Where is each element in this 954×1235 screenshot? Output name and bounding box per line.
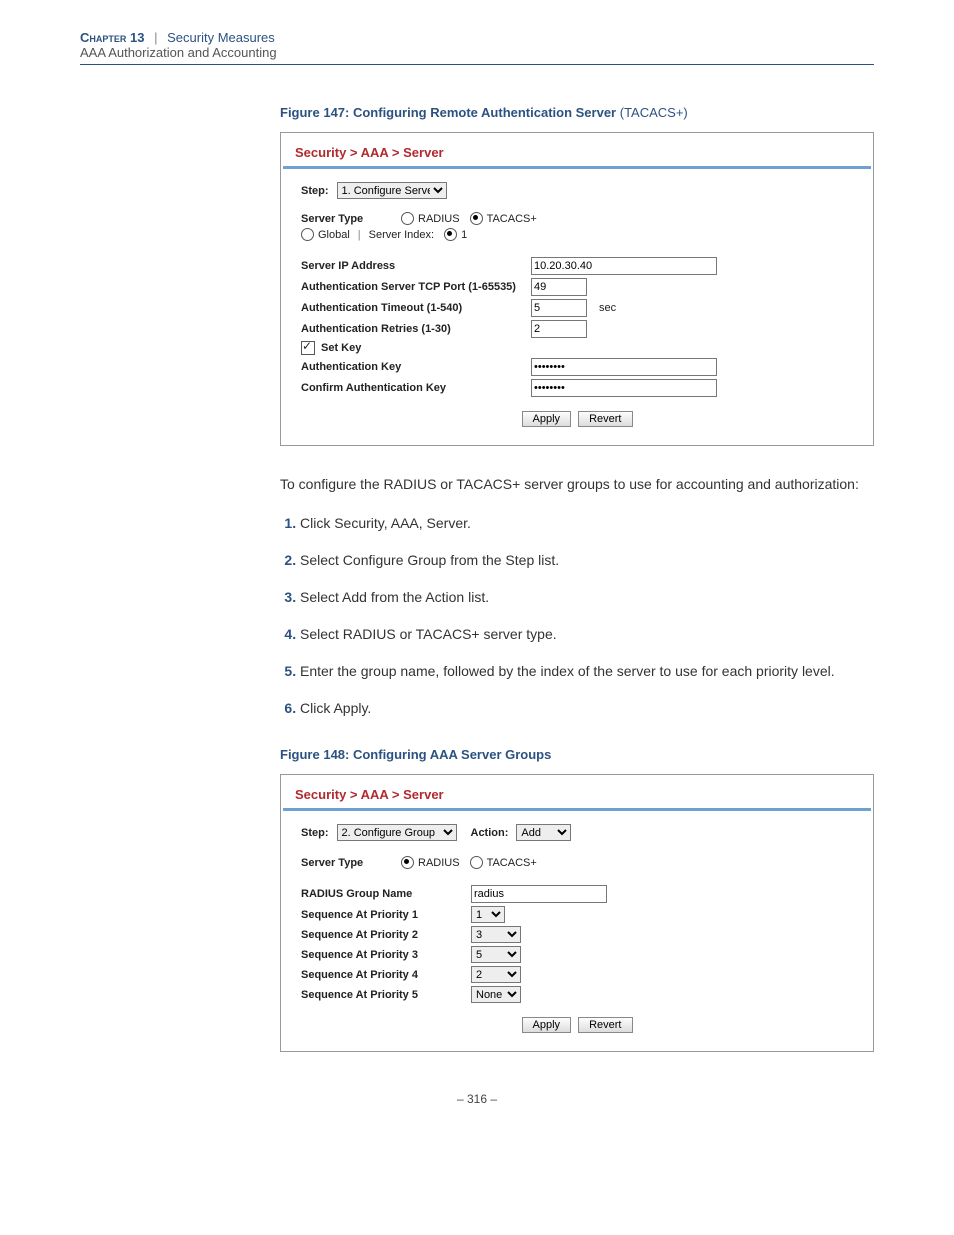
priority-5-select[interactable]: None — [471, 986, 521, 1003]
intro-paragraph: To configure the RADIUS or TACACS+ serve… — [280, 474, 874, 495]
server-type-label: Server Type — [301, 213, 391, 225]
priority-3-select[interactable]: 5 — [471, 946, 521, 963]
global-radio[interactable] — [301, 228, 314, 241]
figure-147-caption: Figure 147: Configuring Remote Authentic… — [280, 105, 874, 120]
priority-4-select[interactable]: 2 — [471, 966, 521, 983]
chapter-number: 13 — [130, 30, 144, 45]
step-1: Click Security, AAA, Server. — [300, 513, 874, 534]
step-select-148[interactable]: 2. Configure Group — [337, 824, 457, 841]
figure-148-caption: Figure 148: Configuring AAA Server Group… — [280, 747, 874, 762]
radius-radio-148[interactable] — [401, 856, 414, 869]
action-select[interactable]: Add — [516, 824, 571, 841]
tcp-port-input[interactable] — [531, 278, 587, 296]
group-name-input[interactable] — [471, 885, 607, 903]
section-title: Security Measures — [167, 30, 275, 45]
confirm-key-label: Confirm Authentication Key — [301, 382, 531, 394]
server-ip-input[interactable] — [531, 257, 717, 275]
priority-2-select[interactable]: 3 — [471, 926, 521, 943]
priority-2-label: Sequence At Priority 2 — [301, 929, 471, 941]
figure-148-screenshot: Security > AAA > Server Step: 2. Configu… — [280, 774, 874, 1052]
priority-4-label: Sequence At Priority 4 — [301, 969, 471, 981]
revert-button[interactable]: Revert — [578, 411, 632, 427]
server-ip-label: Server IP Address — [301, 260, 531, 272]
apply-button-148[interactable]: Apply — [522, 1017, 572, 1033]
step-5: Enter the group name, followed by the in… — [300, 661, 874, 682]
step-3: Select Add from the Action list. — [300, 587, 874, 608]
chapter-label: Chapter — [80, 30, 126, 45]
timeout-input[interactable] — [531, 299, 587, 317]
priority-3-label: Sequence At Priority 3 — [301, 949, 471, 961]
radius-radio-label-148: RADIUS — [418, 857, 460, 869]
breadcrumb-148: Security > AAA > Server — [281, 775, 873, 808]
retries-label: Authentication Retries (1-30) — [301, 323, 531, 335]
step-2: Select Configure Group from the Step lis… — [300, 550, 874, 571]
radius-radio-label: RADIUS — [418, 213, 460, 225]
server-index-1-radio[interactable] — [444, 228, 457, 241]
figure-147-caption-text: Figure 147: Configuring Remote Authentic… — [280, 105, 616, 120]
priority-1-select[interactable]: 1 — [471, 906, 505, 923]
tacacs-radio-label-148: TACACS+ — [487, 857, 537, 869]
confirm-key-input[interactable] — [531, 379, 717, 397]
page-header: Chapter 13 | Security Measures AAA Autho… — [80, 30, 874, 65]
tacacs-radio[interactable] — [470, 212, 483, 225]
step-select[interactable]: 1. Configure Server — [337, 182, 447, 199]
step-4: Select RADIUS or TACACS+ server type. — [300, 624, 874, 645]
set-key-label: Set Key — [321, 342, 361, 354]
tcp-port-label: Authentication Server TCP Port (1-65535) — [301, 281, 531, 293]
priority-1-label: Sequence At Priority 1 — [301, 909, 471, 921]
breadcrumb: Security > AAA > Server — [281, 133, 873, 166]
step-label: Step: — [301, 185, 329, 197]
subsection-title: AAA Authorization and Accounting — [80, 45, 277, 60]
server-index-label: Server Index: — [369, 229, 434, 241]
page-footer: – 316 – — [80, 1092, 874, 1106]
step-6: Click Apply. — [300, 698, 874, 719]
server-index-1-label: 1 — [461, 229, 467, 241]
revert-button-148[interactable]: Revert — [578, 1017, 632, 1033]
header-divider: | — [148, 30, 163, 45]
figure-147-caption-paren: (TACACS+) — [616, 105, 688, 120]
timeout-unit: sec — [599, 302, 616, 314]
server-type-label-148: Server Type — [301, 857, 391, 869]
action-label: Action: — [471, 827, 509, 839]
auth-key-label: Authentication Key — [301, 361, 531, 373]
global-label: Global — [318, 229, 350, 241]
group-name-label: RADIUS Group Name — [301, 888, 471, 900]
auth-key-input[interactable] — [531, 358, 717, 376]
tacacs-radio-148[interactable] — [470, 856, 483, 869]
priority-5-label: Sequence At Priority 5 — [301, 989, 471, 1001]
tacacs-radio-label: TACACS+ — [487, 213, 537, 225]
steps-list: Click Security, AAA, Server. Select Conf… — [280, 513, 874, 719]
radius-radio[interactable] — [401, 212, 414, 225]
set-key-checkbox[interactable] — [301, 341, 315, 355]
timeout-label: Authentication Timeout (1-540) — [301, 302, 531, 314]
step-label-148: Step: — [301, 827, 329, 839]
apply-button[interactable]: Apply — [522, 411, 572, 427]
figure-147-screenshot: Security > AAA > Server Step: 1. Configu… — [280, 132, 874, 446]
retries-input[interactable] — [531, 320, 587, 338]
